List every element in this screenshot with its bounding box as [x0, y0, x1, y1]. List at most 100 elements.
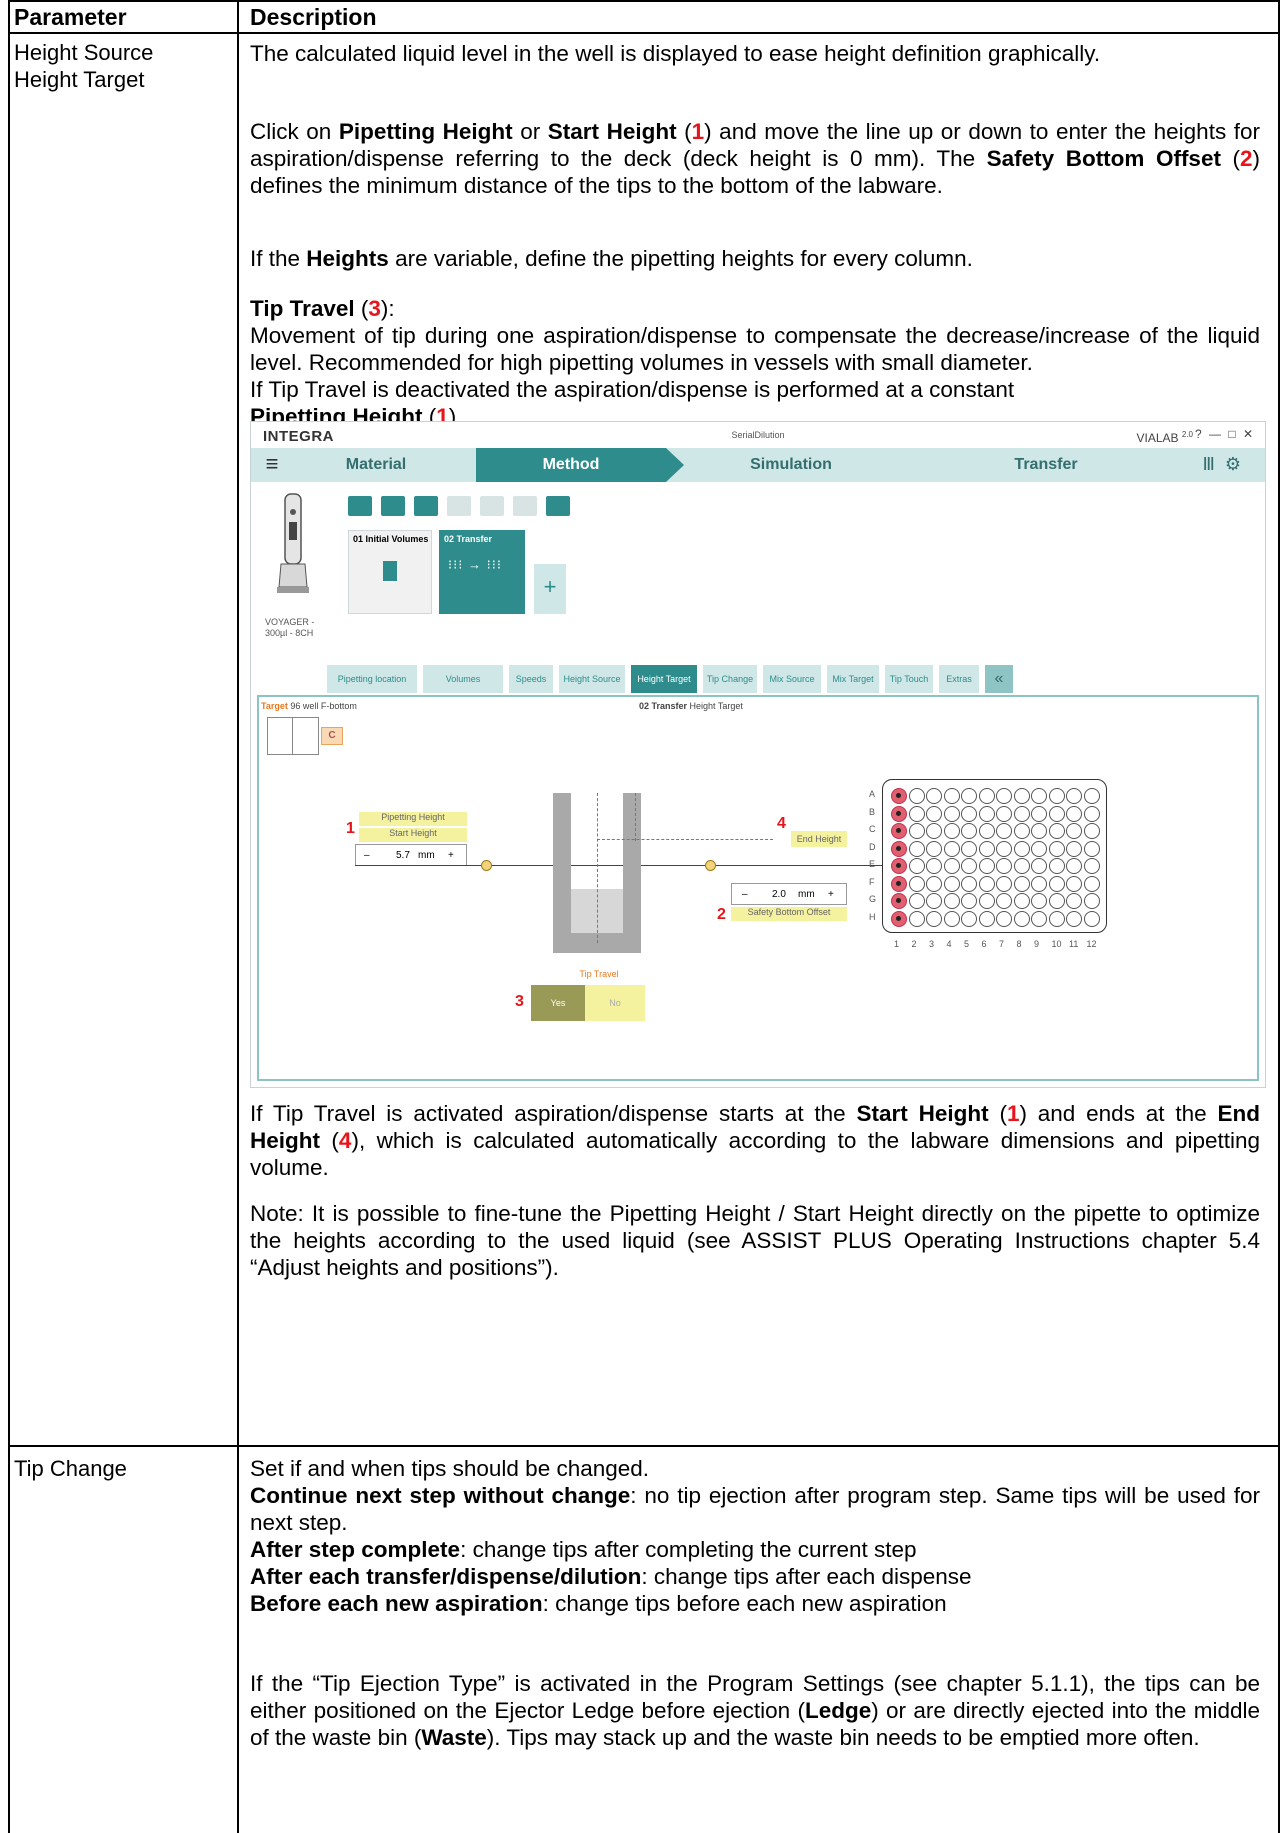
toolbar-button-1[interactable] [348, 496, 372, 516]
well-C7[interactable] [996, 823, 1012, 839]
well-F3[interactable] [926, 875, 942, 892]
well-H1[interactable] [891, 910, 907, 927]
well-H4[interactable] [943, 910, 960, 927]
well-D1[interactable] [891, 840, 907, 857]
well-D3[interactable] [926, 840, 942, 857]
well-D9[interactable] [1031, 840, 1047, 857]
tab-mix-target[interactable]: Mix Target [827, 665, 879, 693]
well-G2[interactable] [908, 893, 925, 909]
tab-volumes[interactable]: Volumes [423, 665, 503, 693]
well-B9[interactable] [1031, 805, 1047, 822]
well-A11[interactable] [1066, 788, 1082, 804]
step-material[interactable]: Material [291, 448, 461, 482]
start-height-minus[interactable]: – [364, 850, 370, 861]
well-H2[interactable] [908, 910, 925, 927]
well-E10[interactable] [1048, 858, 1065, 874]
pipetting-height-button[interactable]: Pipetting Height [359, 812, 467, 826]
well-E9[interactable] [1031, 858, 1047, 874]
start-height-button[interactable]: Start Height [359, 828, 467, 842]
well-C8[interactable] [1013, 823, 1030, 839]
safety-minus[interactable]: – [742, 889, 748, 900]
well-A7[interactable] [996, 788, 1012, 804]
well-A8[interactable] [1013, 788, 1030, 804]
well-C12[interactable] [1083, 823, 1100, 839]
well-C5[interactable] [961, 823, 977, 839]
well-D6[interactable] [978, 840, 995, 857]
well-G10[interactable] [1048, 893, 1065, 909]
well-F12[interactable] [1083, 875, 1100, 892]
step-transfer[interactable]: Transfer [906, 448, 1186, 482]
well-B3[interactable] [926, 805, 942, 822]
well-A5[interactable] [961, 788, 977, 804]
well-C1[interactable] [891, 823, 907, 839]
well-H12[interactable] [1083, 910, 1100, 927]
well-C10[interactable] [1048, 823, 1065, 839]
well-C2[interactable] [908, 823, 925, 839]
well-D4[interactable] [943, 840, 960, 857]
well-A1[interactable] [891, 788, 907, 804]
safety-offset-stepper[interactable]: – 2.0 mm + [731, 883, 847, 905]
well-C3[interactable] [926, 823, 942, 839]
toolbar-button-2[interactable] [381, 496, 405, 516]
well-G11[interactable] [1066, 893, 1082, 909]
toolbar-button-3[interactable] [414, 496, 438, 516]
well-D11[interactable] [1066, 840, 1082, 857]
tab-tip-touch[interactable]: Tip Touch [885, 665, 933, 693]
well-C6[interactable] [978, 823, 995, 839]
well-A6[interactable] [978, 788, 995, 804]
window-controls[interactable]: ? — □ ✕ [1195, 427, 1255, 441]
well-G5[interactable] [961, 893, 977, 909]
well-G7[interactable] [996, 893, 1012, 909]
well-F11[interactable] [1066, 875, 1082, 892]
well-F9[interactable] [1031, 875, 1047, 892]
tab-tip-change[interactable]: Tip Change [703, 665, 757, 693]
well-D7[interactable] [996, 840, 1012, 857]
well-E1[interactable] [891, 858, 907, 874]
well-F5[interactable] [961, 875, 977, 892]
step-method[interactable]: Method [476, 448, 666, 482]
library-settings-icons[interactable]: Ⅲ⚙ [1202, 454, 1251, 475]
well-A3[interactable] [926, 788, 942, 804]
well-E12[interactable] [1083, 858, 1100, 874]
start-height-stepper[interactable]: – 5.7 mm + [355, 844, 467, 866]
start-height-value[interactable]: 5.7 [396, 850, 410, 861]
toolbar-button-4[interactable] [447, 496, 471, 516]
well-F7[interactable] [996, 875, 1012, 892]
tab-height-source[interactable]: Height Source [559, 665, 625, 693]
well-C9[interactable] [1031, 823, 1047, 839]
well-H3[interactable] [926, 910, 942, 927]
well-E6[interactable] [978, 858, 995, 874]
well-A2[interactable] [908, 788, 925, 804]
well-B7[interactable] [996, 805, 1012, 822]
step-card-initial-volumes[interactable]: 01 Initial Volumes [348, 530, 432, 614]
well-C11[interactable] [1066, 823, 1082, 839]
labware-selector[interactable] [267, 717, 319, 755]
well-B12[interactable] [1083, 805, 1100, 822]
well-G3[interactable] [926, 893, 942, 909]
well-B8[interactable] [1013, 805, 1030, 822]
well-H8[interactable] [1013, 910, 1030, 927]
tab-speeds[interactable]: Speeds [509, 665, 553, 693]
well-G9[interactable] [1031, 893, 1047, 909]
toolbar-button-7[interactable] [546, 496, 570, 516]
well-F6[interactable] [978, 875, 995, 892]
height-handle-left[interactable] [481, 860, 492, 871]
well-B10[interactable] [1048, 805, 1065, 822]
tab-extras[interactable]: Extras [939, 665, 979, 693]
well-C4[interactable] [943, 823, 960, 839]
add-step-button[interactable]: + [534, 564, 566, 614]
well-F8[interactable] [1013, 875, 1030, 892]
tip-travel-no[interactable]: No [585, 985, 645, 1021]
well-H5[interactable] [961, 910, 977, 927]
collapse-tabs-button[interactable]: « [985, 665, 1013, 693]
well-E11[interactable] [1066, 858, 1082, 874]
well-G1[interactable] [891, 893, 907, 909]
well-G8[interactable] [1013, 893, 1030, 909]
well-A12[interactable] [1083, 788, 1100, 804]
well-H7[interactable] [996, 910, 1012, 927]
well-B6[interactable] [978, 805, 995, 822]
well-A10[interactable] [1048, 788, 1065, 804]
tab-height-target[interactable]: Height Target [631, 665, 697, 693]
well-F2[interactable] [908, 875, 925, 892]
tab-mix-source[interactable]: Mix Source [763, 665, 821, 693]
